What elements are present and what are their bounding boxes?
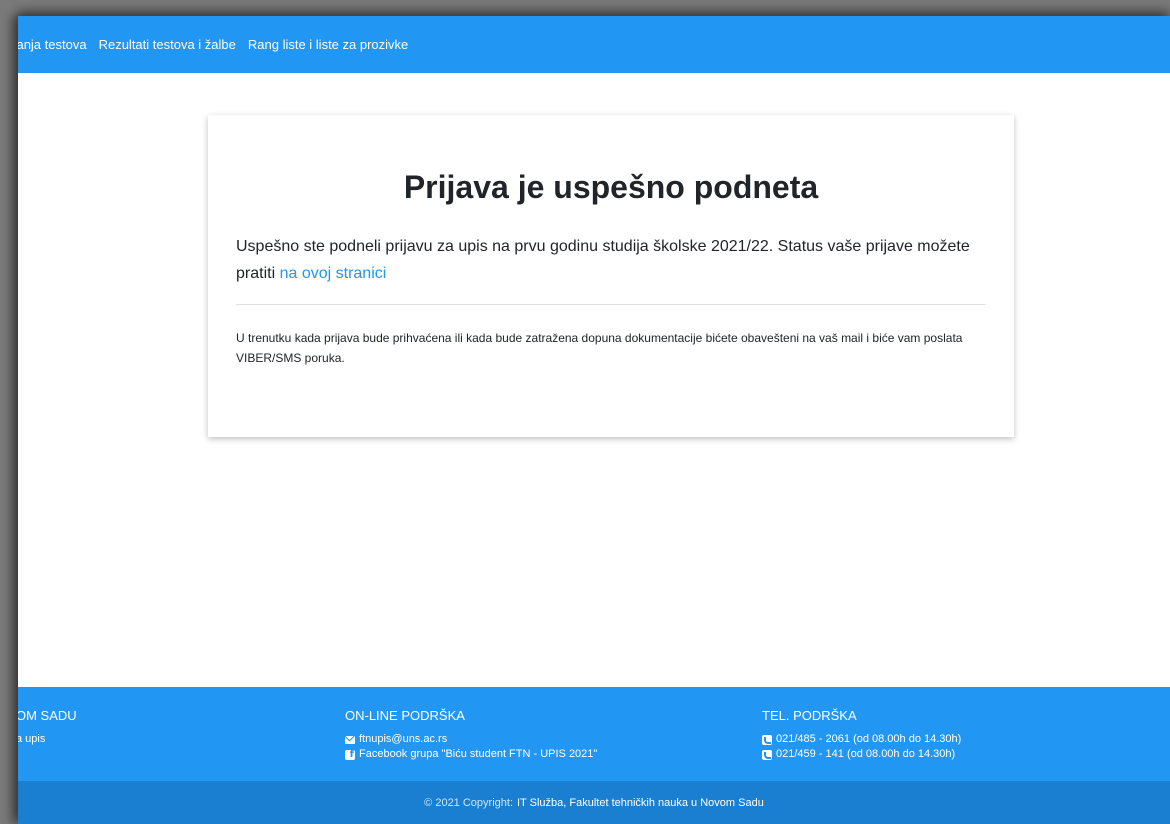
copyright-owner-link[interactable]: IT Služba, Fakultet tehničkih nauka u No… (517, 797, 764, 809)
facebook-icon (345, 747, 355, 762)
footer-facebook-text: Facebook grupa "Biću student FTN - UPIS … (359, 748, 598, 760)
browser-viewport: aganja testova Rezultati testova i žalbe… (18, 16, 1170, 824)
status-page-link[interactable]: na ovoj stranici (280, 265, 387, 282)
page-title: Prijava je uspešno podneta (403, 169, 819, 205)
footer-phone-1-text: 021/485 - 2061 (od 08.00h do 14.30h) (776, 733, 962, 745)
top-navbar: aganja testova Rezultati testova i žalbe… (18, 16, 1170, 73)
footer-email-link[interactable]: ftnupis@uns.ac.rs (345, 732, 597, 747)
nav-item-rank-lists[interactable]: Rang liste i liste za prozivke (248, 37, 408, 52)
notification-note: U trenutku kada prijava bude prihvaćena … (236, 331, 963, 365)
nav-item-test-schedule[interactable]: aganja testova (18, 37, 87, 52)
footer-email-text: ftnupis@uns.ac.rs (359, 733, 448, 745)
footer-facebook-link[interactable]: Facebook grupa "Biću student FTN - UPIS … (345, 747, 597, 762)
confirmation-message: Uspešno ste podneli prijavu za upis na p… (236, 233, 996, 287)
footer-col-phone-support: TEL. PODRŠKA 021/485 - 2061 (od 08.00h d… (762, 708, 961, 762)
divider (236, 304, 986, 305)
nav-item-test-results[interactable]: Rezultati testova i žalbe (99, 37, 236, 52)
copyright-prefix: © 2021 Copyright: (424, 796, 513, 809)
footer-phone-2-text: 021/459 - 141 (od 08.00h do 14.30h) (776, 748, 956, 760)
footer-heading-faculty: OM SADU (18, 708, 77, 723)
phone-icon (762, 749, 772, 760)
confirmation-card: Prijava je uspešno podneta Uspešno ste p… (208, 115, 1014, 437)
footer-phone-2[interactable]: 021/459 - 141 (od 08.00h do 14.30h) (762, 747, 961, 762)
footer-heading-online-support: ON-LINE PODRŠKA (345, 708, 465, 723)
footer: OM SADU a upis ON-LINE PODRŠKA ftnupis@u… (18, 687, 1170, 781)
footer-col-faculty: OM SADU a upis (18, 708, 77, 747)
footer-heading-phone-support: TEL. PODRŠKA (762, 708, 857, 723)
copyright-bar: © 2021 Copyright: IT Služba, Fakultet te… (18, 781, 1170, 824)
phone-icon (762, 734, 772, 745)
footer-phone-1[interactable]: 021/485 - 2061 (od 08.00h do 14.30h) (762, 732, 961, 747)
footer-col-online-support: ON-LINE PODRŠKA ftnupis@uns.ac.rs Facebo… (345, 708, 597, 762)
footer-link-enrollment[interactable]: a upis (18, 732, 77, 747)
envelope-icon (345, 735, 355, 744)
